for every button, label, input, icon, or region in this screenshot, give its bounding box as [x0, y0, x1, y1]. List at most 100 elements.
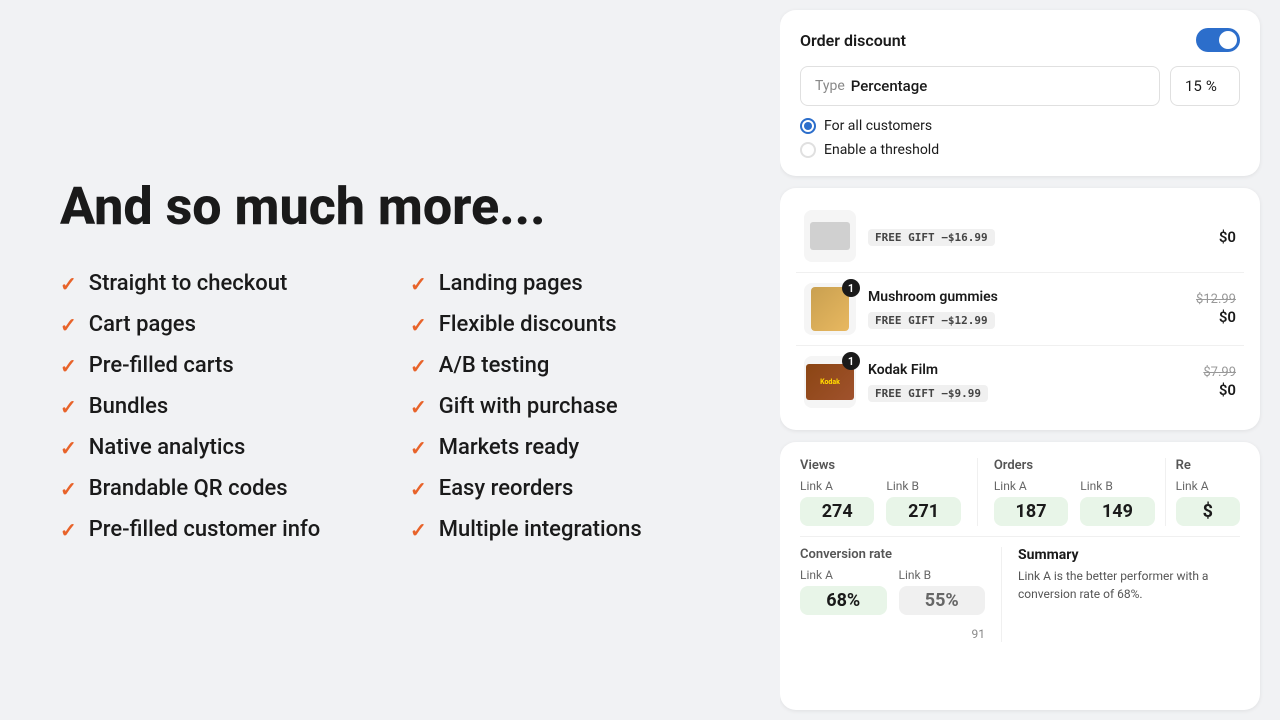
- link-a-name: Link A: [1176, 479, 1240, 493]
- views-link-row: Link A 274 Link B 271: [800, 479, 961, 526]
- feature-label: Brandable QR codes: [89, 476, 288, 501]
- page-number-area: 91: [800, 623, 985, 642]
- feature-prefilled-customer: ✓ Pre-filled customer info: [60, 517, 370, 542]
- price-final: $0: [1219, 381, 1236, 399]
- price-original: $12.99: [1196, 292, 1236, 307]
- feature-flexible-discounts: ✓ Flexible discounts: [410, 312, 720, 337]
- check-icon: ✓: [410, 518, 427, 542]
- gift-item-row: 1 Mushroom gummies FREE GIFT −$12.99 $12…: [796, 273, 1244, 346]
- orders-label: Orders: [994, 458, 1155, 473]
- views-section: Views Link A 274 Link B 271: [800, 458, 961, 526]
- link-a-name: Link A: [800, 568, 887, 582]
- gift-items-card: FREE GIFT −$16.99 $0 1 Mushroom gummies …: [780, 188, 1260, 430]
- check-icon: ✓: [60, 313, 77, 337]
- conversion-label: Conversion rate: [800, 547, 985, 562]
- item-name: Mushroom gummies: [868, 289, 1184, 305]
- radio-all-customers[interactable]: For all customers: [800, 118, 1240, 134]
- features-grid: ✓ Straight to checkout ✓ Cart pages ✓ Pr…: [60, 271, 720, 542]
- orders-link-row: Link A 187 Link B 149: [994, 479, 1155, 526]
- type-value: Percentage: [851, 77, 928, 95]
- price-original: $7.99: [1203, 365, 1236, 380]
- feature-landing-pages: ✓ Landing pages: [410, 271, 720, 296]
- feature-label: Markets ready: [439, 435, 579, 460]
- feature-label: Landing pages: [439, 271, 583, 296]
- card-header: Order discount: [800, 28, 1240, 52]
- feature-easy-reorders: ✓ Easy reorders: [410, 476, 720, 501]
- feature-label: Straight to checkout: [89, 271, 288, 296]
- gift-tag: FREE GIFT −$9.99: [868, 385, 988, 402]
- price-final: $0: [1219, 228, 1236, 246]
- gift-item-row: 1 Kodak Film FREE GIFT −$9.99 $7.99 $0: [796, 346, 1244, 418]
- summary-title: Summary: [1018, 547, 1240, 563]
- discount-row: Type Percentage 15 %: [800, 66, 1240, 106]
- feature-label: Pre-filled carts: [89, 353, 234, 378]
- views-a-value: 274: [800, 497, 874, 526]
- gift-item-row: FREE GIFT −$16.99 $0: [796, 200, 1244, 273]
- analytics-card: Views Link A 274 Link B 271 Orders L: [780, 442, 1260, 710]
- summary-text: Link A is the better performer with a co…: [1018, 567, 1240, 603]
- feature-label: A/B testing: [439, 353, 550, 378]
- feature-label: Gift with purchase: [439, 394, 618, 419]
- item-info: Kodak Film FREE GIFT −$9.99: [868, 362, 1191, 402]
- check-icon: ✓: [410, 313, 427, 337]
- gift-tag: FREE GIFT −$12.99: [868, 312, 995, 329]
- orders-link-b: Link B 149: [1080, 479, 1154, 526]
- gift-tag: FREE GIFT −$16.99: [868, 229, 995, 246]
- item-price: $7.99 $0: [1203, 365, 1236, 399]
- features-right-col: ✓ Landing pages ✓ Flexible discounts ✓ A…: [410, 271, 720, 542]
- summary-section: Summary Link A is the better performer w…: [1001, 547, 1240, 642]
- percent-input[interactable]: 15 %: [1170, 66, 1240, 106]
- revenue-link-row: Link A $: [1176, 479, 1240, 526]
- check-icon: ✓: [60, 436, 77, 460]
- check-icon: ✓: [410, 477, 427, 501]
- feature-ab-testing: ✓ A/B testing: [410, 353, 720, 378]
- radio-dot-selected: [800, 118, 816, 134]
- radio-label: Enable a threshold: [824, 142, 939, 158]
- feature-cart-pages: ✓ Cart pages: [60, 312, 370, 337]
- views-b-value: 271: [886, 497, 960, 526]
- percent-symbol: %: [1206, 77, 1217, 95]
- conv-link-b: Link B 55%: [899, 568, 986, 615]
- feature-label: Native analytics: [89, 435, 246, 460]
- check-icon: ✓: [410, 272, 427, 296]
- percent-value: 15: [1185, 77, 1202, 95]
- check-icon: ✓: [60, 395, 77, 419]
- radio-threshold[interactable]: Enable a threshold: [800, 142, 1240, 158]
- price-final: $0: [1219, 308, 1236, 326]
- discount-toggle[interactable]: [1196, 28, 1240, 52]
- right-panel: Order discount Type Percentage 15 % For …: [780, 0, 1280, 720]
- radio-dot: [800, 142, 816, 158]
- item-info: Mushroom gummies FREE GIFT −$12.99: [868, 289, 1184, 329]
- main-heading: And so much more...: [60, 178, 720, 235]
- item-thumbnail-wrap: 1: [804, 356, 856, 408]
- feature-multiple-integrations: ✓ Multiple integrations: [410, 517, 720, 542]
- radio-label: For all customers: [824, 118, 932, 134]
- check-icon: ✓: [60, 477, 77, 501]
- conversion-section: Conversion rate Link A 68% Link B 55% 91: [800, 547, 985, 642]
- link-b-name: Link B: [886, 479, 960, 493]
- conv-b-value: 55%: [899, 586, 986, 615]
- divider: [800, 536, 1240, 537]
- page-number: 91: [972, 627, 986, 641]
- order-discount-title: Order discount: [800, 31, 906, 50]
- feature-straight-to-checkout: ✓ Straight to checkout: [60, 271, 370, 296]
- conv-a-value: 68%: [800, 586, 887, 615]
- feature-gift-with-purchase: ✓ Gift with purchase: [410, 394, 720, 419]
- item-info: FREE GIFT −$16.99: [868, 226, 1207, 246]
- revenue-label: Re: [1176, 458, 1240, 473]
- check-icon: ✓: [410, 436, 427, 460]
- check-icon: ✓: [410, 395, 427, 419]
- type-input[interactable]: Type Percentage: [800, 66, 1160, 106]
- feature-native-analytics: ✓ Native analytics: [60, 435, 370, 460]
- item-price: $0: [1219, 227, 1236, 246]
- radio-group: For all customers Enable a threshold: [800, 118, 1240, 158]
- check-icon: ✓: [60, 272, 77, 296]
- check-icon: ✓: [60, 518, 77, 542]
- order-discount-card: Order discount Type Percentage 15 % For …: [780, 10, 1260, 176]
- feature-markets-ready: ✓ Markets ready: [410, 435, 720, 460]
- item-thumb-placeholder: [810, 222, 850, 250]
- feature-bundles: ✓ Bundles: [60, 394, 370, 419]
- orders-section: Orders Link A 187 Link B 149: [977, 458, 1155, 526]
- orders-link-a: Link A 187: [994, 479, 1068, 526]
- feature-prefilled-carts: ✓ Pre-filled carts: [60, 353, 370, 378]
